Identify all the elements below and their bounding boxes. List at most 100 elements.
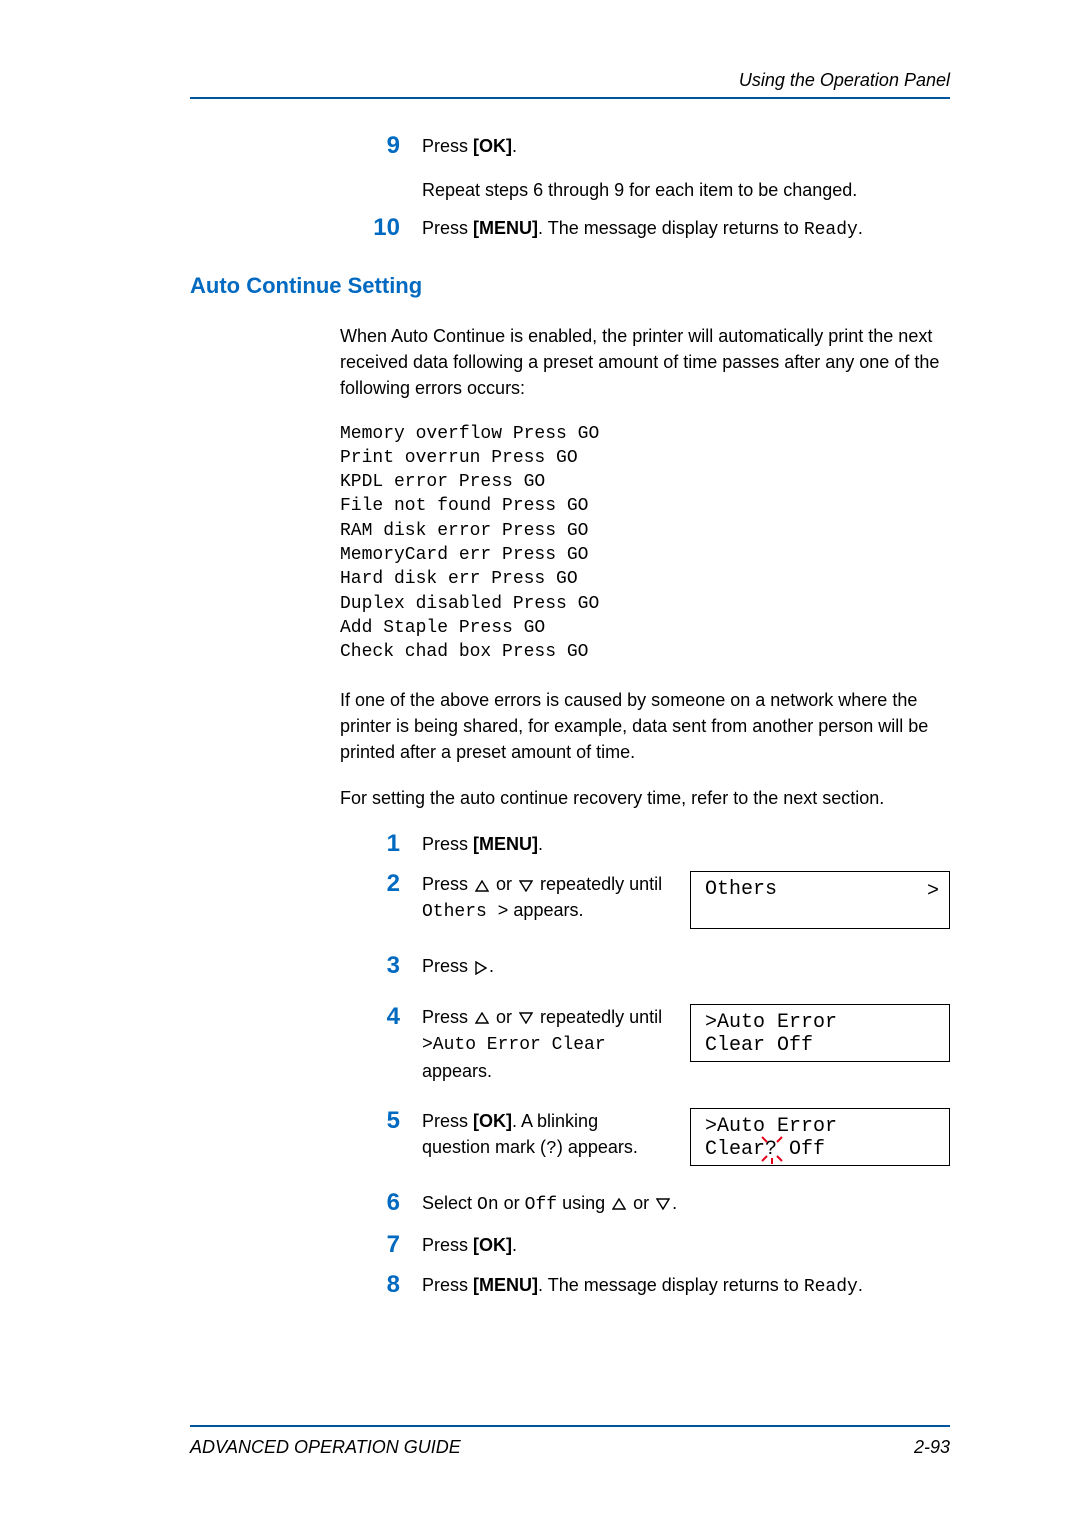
lcd-text: Others bbox=[705, 878, 777, 901]
lcd-text: >Auto Error bbox=[705, 1011, 937, 1034]
text: Press bbox=[422, 874, 473, 894]
step-number: 2 bbox=[340, 871, 422, 897]
step-3: 3 Press . bbox=[340, 953, 950, 979]
step-9: 9 Press [OK]. Repeat steps 6 through 9 f… bbox=[340, 133, 950, 203]
step-10: 10 Press [MENU]. The message display ret… bbox=[340, 215, 950, 243]
triangle-up-icon bbox=[475, 1012, 489, 1024]
text: Repeat steps 6 through 9 for each item t… bbox=[422, 177, 950, 203]
step-number: 4 bbox=[340, 1004, 422, 1030]
lcd-text: >Auto Error bbox=[705, 1115, 937, 1138]
lcd-text: Clear bbox=[705, 1138, 765, 1161]
text: . bbox=[858, 218, 863, 238]
section-heading: Auto Continue Setting bbox=[190, 273, 950, 299]
mono-text: Ready bbox=[804, 220, 858, 240]
blinking-cursor-icon: ? bbox=[765, 1138, 777, 1161]
step-5: 5 Press [OK]. A blinking question mark (… bbox=[340, 1108, 950, 1166]
text: . The message display returns to bbox=[538, 218, 804, 238]
step-body: Press or repeatedly until >Auto Error Cl… bbox=[422, 1004, 950, 1084]
text: . bbox=[858, 1275, 863, 1295]
mono-text: Off bbox=[525, 1195, 557, 1215]
text: Press bbox=[422, 1111, 473, 1131]
paragraph: If one of the above errors is caused by … bbox=[340, 687, 950, 765]
triangle-up-icon bbox=[475, 880, 489, 892]
step-body: Press [OK]. Repeat steps 6 through 9 for… bbox=[422, 133, 950, 203]
text: Press bbox=[422, 956, 473, 976]
text: . bbox=[489, 956, 494, 976]
text: . The message display returns to bbox=[538, 1275, 804, 1295]
text: Press bbox=[422, 1235, 473, 1255]
key-label: [OK] bbox=[473, 136, 512, 156]
text: . bbox=[512, 1235, 517, 1255]
text: . bbox=[538, 834, 543, 854]
text: ) appears. bbox=[557, 1137, 638, 1157]
step-body: Press [MENU]. The message display return… bbox=[422, 215, 950, 243]
running-header: Using the Operation Panel bbox=[190, 70, 950, 99]
footer-page-number: 2-93 bbox=[914, 1437, 950, 1458]
mono-text: Ready bbox=[804, 1277, 858, 1297]
triangle-right-icon bbox=[475, 961, 487, 975]
lcd-text: Off bbox=[777, 1138, 825, 1161]
step-body: Press [OK]. A blinking question mark (?)… bbox=[422, 1108, 950, 1166]
key-label: [MENU] bbox=[473, 218, 538, 238]
text: appears. bbox=[422, 1061, 492, 1081]
paragraph: For setting the auto continue recovery t… bbox=[340, 785, 950, 811]
lcd-arrow: > bbox=[927, 880, 939, 903]
text: or bbox=[628, 1193, 654, 1213]
text: repeatedly until bbox=[535, 1007, 662, 1027]
triangle-up-icon bbox=[612, 1198, 626, 1210]
text: appears. bbox=[508, 900, 583, 920]
key-label: [OK] bbox=[473, 1235, 512, 1255]
text: Press bbox=[422, 1007, 473, 1027]
paragraph: When Auto Continue is enabled, the print… bbox=[340, 323, 950, 401]
text: or bbox=[491, 1007, 517, 1027]
step-2: 2 Press or repeatedly until Others > app… bbox=[340, 871, 950, 929]
step-body: Press . bbox=[422, 953, 950, 979]
key-label: [OK] bbox=[473, 1111, 512, 1131]
triangle-down-icon bbox=[519, 1012, 533, 1024]
step-body: Press [OK]. bbox=[422, 1232, 950, 1258]
text: . bbox=[512, 136, 517, 156]
step-1: 1 Press [MENU]. bbox=[340, 831, 950, 857]
step-number: 10 bbox=[340, 215, 422, 241]
step-7: 7 Press [OK]. bbox=[340, 1232, 950, 1258]
text: Select bbox=[422, 1193, 477, 1213]
triangle-down-icon bbox=[656, 1198, 670, 1210]
lcd-text: Clear Off bbox=[705, 1034, 937, 1057]
footer-left: ADVANCED OPERATION GUIDE bbox=[190, 1437, 461, 1458]
step-number: 7 bbox=[340, 1232, 422, 1258]
page-footer: ADVANCED OPERATION GUIDE 2-93 bbox=[190, 1425, 950, 1458]
step-8: 8 Press [MENU]. The message display retu… bbox=[340, 1272, 950, 1300]
text: Press bbox=[422, 1275, 473, 1295]
step-body: Press [MENU]. bbox=[422, 831, 950, 857]
step-number: 5 bbox=[340, 1108, 422, 1134]
text: . bbox=[672, 1193, 677, 1213]
running-title: Using the Operation Panel bbox=[739, 70, 950, 90]
mono-text: On bbox=[477, 1195, 499, 1215]
lcd-display: >Auto Error Clear Off bbox=[690, 1004, 950, 1062]
key-label: [MENU] bbox=[473, 1275, 538, 1295]
step-body: Press [MENU]. The message display return… bbox=[422, 1272, 950, 1300]
text: using bbox=[557, 1193, 610, 1213]
text: Press bbox=[422, 218, 473, 238]
step-number: 6 bbox=[340, 1190, 422, 1216]
text: Press bbox=[422, 136, 473, 156]
step-number: 8 bbox=[340, 1272, 422, 1298]
step-number: 3 bbox=[340, 953, 422, 979]
step-4: 4 Press or repeatedly until >Auto Error … bbox=[340, 1004, 950, 1084]
lcd-display: >Auto Error Clear? Off bbox=[690, 1108, 950, 1166]
mono-text: >Auto Error Clear bbox=[422, 1035, 606, 1055]
step-body: Select On or Off using or . bbox=[422, 1190, 950, 1218]
step-body: Press or repeatedly until Others > appea… bbox=[422, 871, 950, 929]
error-list: Memory overflow Press GO Print overrun P… bbox=[340, 422, 950, 665]
text: or bbox=[491, 874, 517, 894]
mono-text: ? bbox=[546, 1139, 557, 1159]
step-number: 9 bbox=[340, 133, 422, 159]
lcd-display: Others > bbox=[690, 871, 950, 929]
key-label: [MENU] bbox=[473, 834, 538, 854]
step-6: 6 Select On or Off using or . bbox=[340, 1190, 950, 1218]
step-number: 1 bbox=[340, 831, 422, 857]
text: repeatedly until bbox=[535, 874, 662, 894]
triangle-down-icon bbox=[519, 880, 533, 892]
text: Press bbox=[422, 834, 473, 854]
lcd-text: ? bbox=[765, 1138, 777, 1161]
